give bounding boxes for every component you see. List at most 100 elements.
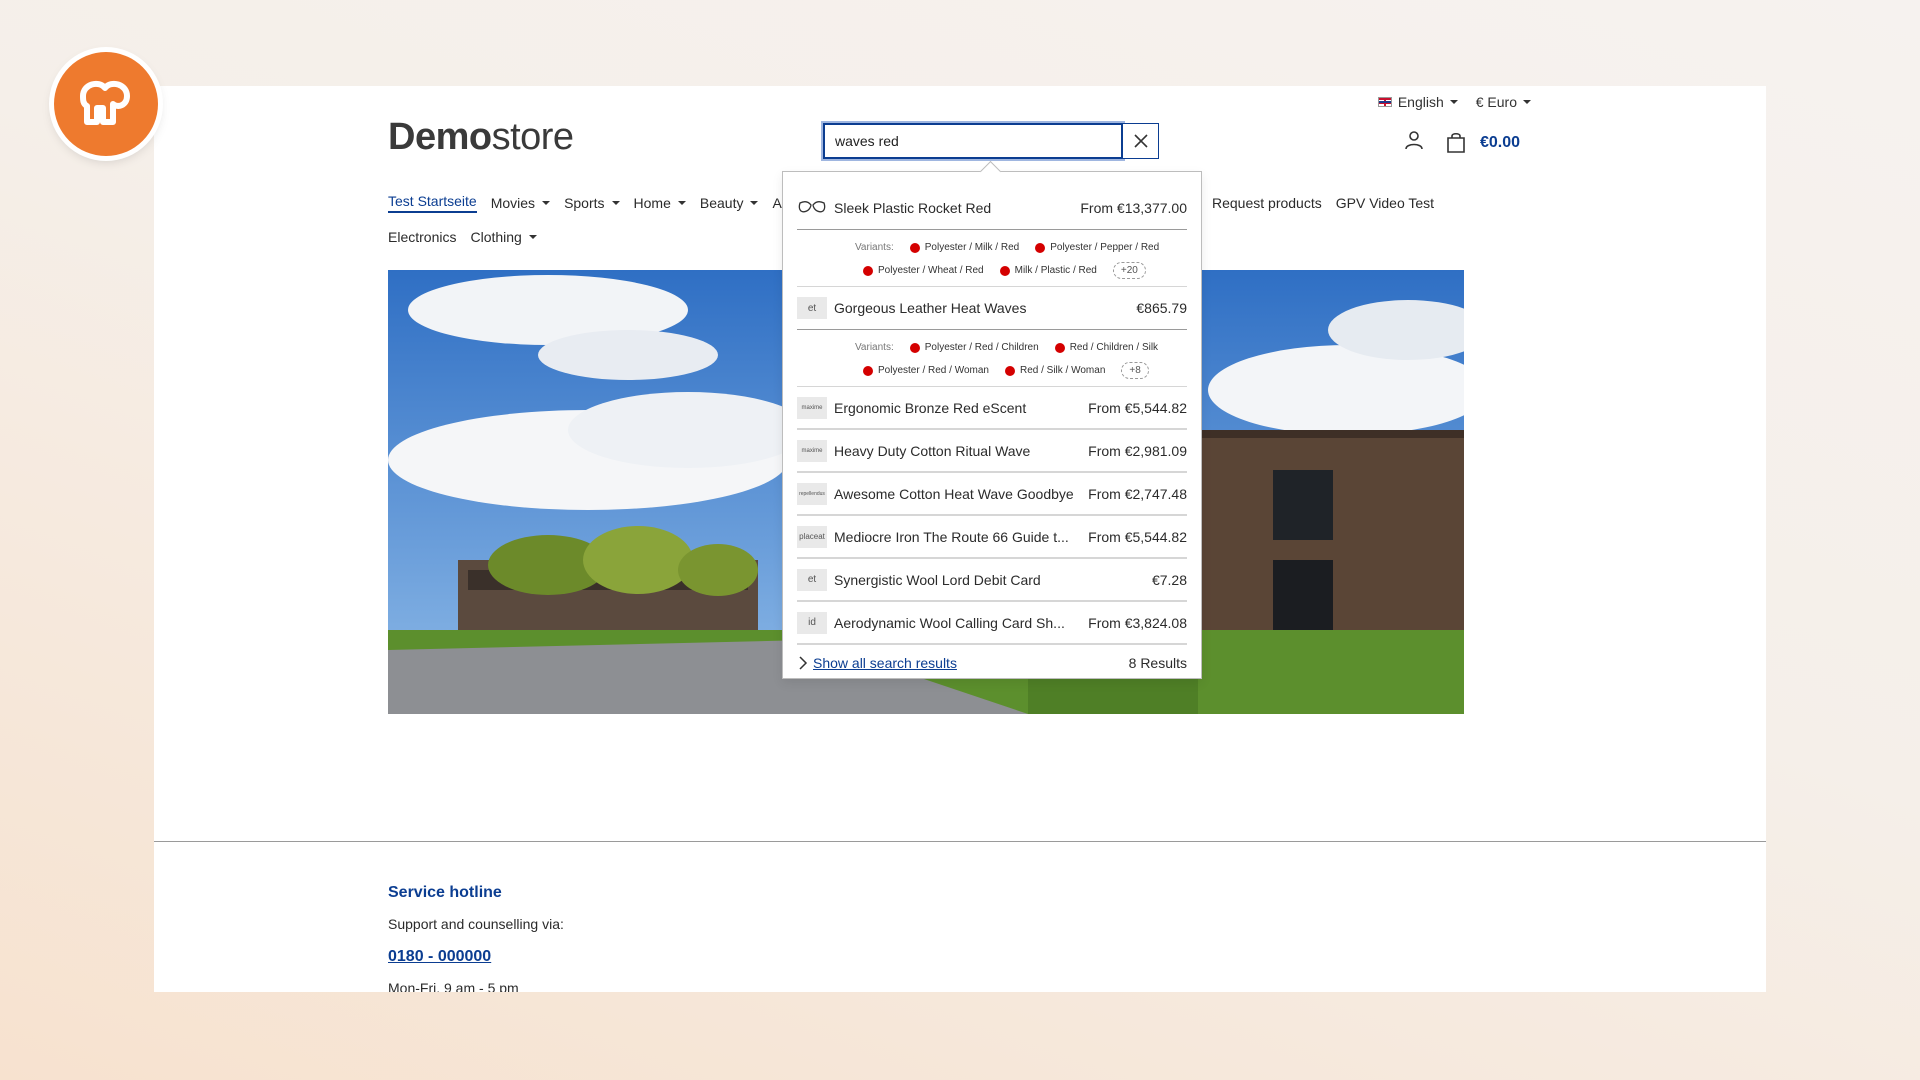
- header-actions: €0.00: [1404, 130, 1520, 155]
- variant-row: Polyester / Wheat / Red Milk / Plastic /…: [855, 259, 1187, 282]
- browser-page: English € Euro Demostore waves red €0.00…: [154, 86, 1766, 992]
- color-dot-icon: [909, 242, 920, 253]
- color-dot-icon: [1054, 342, 1065, 353]
- variant-label: Polyester / Red / Woman: [878, 365, 989, 376]
- color-dot-icon: [1035, 242, 1046, 253]
- more-variants-badge[interactable]: +8: [1121, 362, 1149, 379]
- product-thumbnail: et: [797, 297, 827, 319]
- result-name: Aerodynamic Wool Calling Card Sh...: [834, 614, 1065, 631]
- variant-chip[interactable]: Polyester / Milk / Red: [909, 242, 1020, 253]
- variant-chip[interactable]: Polyester / Red / Woman: [863, 365, 989, 376]
- cart-total: €0.00: [1480, 133, 1521, 151]
- result-price: From €3,824.08: [1088, 614, 1187, 631]
- show-all-results-link[interactable]: Show all search results: [813, 655, 1129, 671]
- search-clear-button[interactable]: [1123, 123, 1159, 159]
- nav-item-gpv-video-test[interactable]: GPV Video Test: [1336, 195, 1434, 211]
- search-result-item[interactable]: et Gorgeous Leather Heat Waves €865.79: [797, 287, 1187, 330]
- shopping-bag-icon: [1447, 132, 1465, 153]
- search-result-item[interactable]: repellendus Awesome Cotton Heat Wave Goo…: [797, 473, 1187, 516]
- nav-label: GPV Video Test: [1335, 195, 1435, 211]
- glasses-icon: [798, 200, 826, 212]
- color-dot-icon: [863, 365, 873, 376]
- nav-item-test-startseite[interactable]: Test Startseite: [388, 193, 477, 213]
- footer-service: Service hotline Support and counselling …: [388, 884, 564, 992]
- result-price: €7.28: [1151, 571, 1187, 588]
- result-variants: Variants: Polyester / Red / Children Red…: [797, 330, 1187, 387]
- nav-label: Test Startseite: [388, 193, 477, 209]
- result-price: €865.79: [1136, 300, 1187, 316]
- search-result-item[interactable]: maxime Ergonomic Bronze Red eScent From …: [797, 387, 1187, 430]
- variant-chip[interactable]: Milk / Plastic / Red: [999, 265, 1097, 276]
- result-price: From €5,544.82: [1088, 528, 1187, 545]
- footer-title: Service hotline: [388, 884, 502, 901]
- chevron-down-icon: [542, 201, 551, 205]
- nav-item-request-products[interactable]: Request products: [1212, 195, 1322, 211]
- variant-label: Polyester / Milk / Red: [924, 242, 1020, 253]
- result-variants: Variants: Polyester / Milk / Red Polyest…: [797, 230, 1187, 287]
- more-variants-badge[interactable]: +20: [1112, 262, 1146, 279]
- variant-chip[interactable]: Red / Silk / Woman: [1004, 365, 1106, 376]
- user-icon: [1405, 131, 1423, 150]
- search-input[interactable]: [821, 121, 1125, 161]
- search-result-item[interactable]: maxime Heavy Duty Cotton Ritual Wave Fro…: [797, 430, 1187, 473]
- store-logo[interactable]: Demostore: [388, 116, 574, 159]
- variant-row: Variants: Polyester / Milk / Red Polyest…: [855, 236, 1187, 259]
- language-dropdown[interactable]: English: [1377, 94, 1458, 110]
- search-result-item[interactable]: Sleek Plastic Rocket Red From €13,377.00: [797, 172, 1187, 230]
- account-button[interactable]: [1404, 130, 1424, 155]
- product-thumbnail: repellendus: [797, 482, 827, 505]
- chevron-down-icon: [1523, 100, 1531, 104]
- nav-item-truncated[interactable]: A: [772, 195, 781, 211]
- currency-dropdown[interactable]: € Euro: [1476, 94, 1531, 110]
- variant-chip[interactable]: Polyester / Pepper / Red: [1035, 242, 1159, 253]
- chevron-down-icon: [677, 201, 686, 205]
- product-thumbnail: maxime: [797, 396, 827, 419]
- variant-label: Polyester / Wheat / Red: [878, 265, 984, 276]
- brand-badge-logo: [54, 52, 158, 156]
- variant-chip[interactable]: Red / Children / Silk: [1054, 342, 1159, 353]
- nav-item-sports[interactable]: Sports: [564, 195, 620, 211]
- product-thumbnail: et: [797, 568, 827, 591]
- nav-label: Clothing: [470, 229, 522, 245]
- result-name: Mediocre Iron The Route 66 Guide t...: [834, 528, 1069, 545]
- chevron-down-icon: [1449, 100, 1458, 104]
- nav-item-electronics[interactable]: Electronics: [388, 229, 456, 245]
- nav-item-home[interactable]: Home: [634, 195, 686, 211]
- search-result-item[interactable]: id Aerodynamic Wool Calling Card Sh... F…: [797, 602, 1187, 645]
- result-name: Ergonomic Bronze Red eScent: [834, 399, 1027, 416]
- results-count: 8 Results: [1128, 655, 1187, 671]
- variant-label: Red / Silk / Woman: [1019, 365, 1106, 376]
- variant-row: Polyester / Red / Woman Red / Silk / Wom…: [855, 359, 1187, 382]
- chevron-right-icon: [799, 656, 808, 670]
- product-thumbnail: id: [797, 611, 827, 634]
- search-suggestions-dropdown: Sleek Plastic Rocket Red From €13,377.00…: [782, 171, 1202, 679]
- product-thumbnail: placeat: [797, 525, 827, 548]
- nav-right-items: Request products GPV Video Test: [1212, 186, 1434, 220]
- variants-label: Variants:: [855, 342, 894, 353]
- search-result-item[interactable]: placeat Mediocre Iron The Route 66 Guide…: [797, 516, 1187, 559]
- hotline-phone-link[interactable]: 0180 - 000000: [388, 948, 564, 966]
- result-price: From €5,544.82: [1088, 399, 1187, 416]
- language-label: English: [1397, 94, 1444, 110]
- cart-button[interactable]: €0.00: [1446, 132, 1520, 154]
- nav-label: A: [772, 195, 782, 211]
- nav-item-beauty[interactable]: Beauty: [700, 195, 759, 211]
- footer-hours: Mon-Fri, 9 am - 5 pm: [388, 980, 519, 992]
- nav-item-clothing[interactable]: Clothing: [470, 229, 537, 245]
- currency-label: € Euro: [1475, 94, 1517, 110]
- color-dot-icon: [1004, 365, 1015, 376]
- result-name: Heavy Duty Cotton Ritual Wave: [834, 442, 1031, 459]
- color-dot-icon: [999, 265, 1010, 276]
- search-bar: [821, 121, 1159, 161]
- variant-row: Variants: Polyester / Red / Children Red…: [855, 336, 1187, 359]
- brand-logo-icon: [80, 80, 130, 125]
- chevron-down-icon: [750, 201, 759, 205]
- nav-label: Movies: [490, 195, 536, 211]
- variant-label: Red / Children / Silk: [1069, 342, 1159, 353]
- chevron-down-icon: [611, 201, 620, 205]
- variant-chip[interactable]: Polyester / Red / Children: [909, 342, 1039, 353]
- nav-item-movies[interactable]: Movies: [490, 195, 551, 211]
- search-result-item[interactable]: et Synergistic Wool Lord Debit Card €7.2…: [797, 559, 1187, 602]
- variant-chip[interactable]: Polyester / Wheat / Red: [863, 265, 984, 276]
- show-all-results-row: Show all search results 8 Results: [797, 645, 1187, 681]
